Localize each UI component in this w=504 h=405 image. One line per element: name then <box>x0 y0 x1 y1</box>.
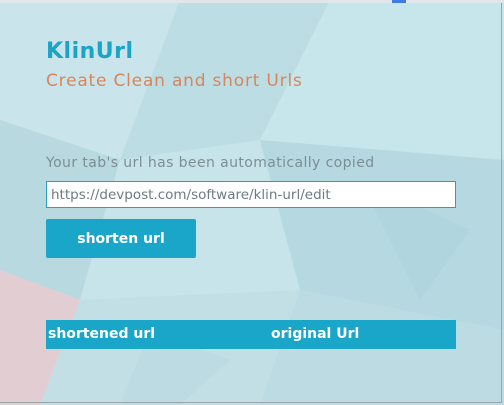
copied-message: Your tab's url has been automatically co… <box>46 155 375 171</box>
app-title: KlinUrl <box>46 39 134 64</box>
shorten-url-button[interactable]: shorten url <box>46 219 196 258</box>
popup-panel: KlinUrl Create Clean and short Urls Your… <box>0 3 502 403</box>
results-table-header: shortened url original Url <box>46 320 456 349</box>
app-subtitle: Create Clean and short Urls <box>46 71 303 91</box>
column-header-shortened-url: shortened url <box>48 326 156 342</box>
url-input[interactable] <box>46 181 456 208</box>
column-header-original-url: original Url <box>271 326 360 342</box>
